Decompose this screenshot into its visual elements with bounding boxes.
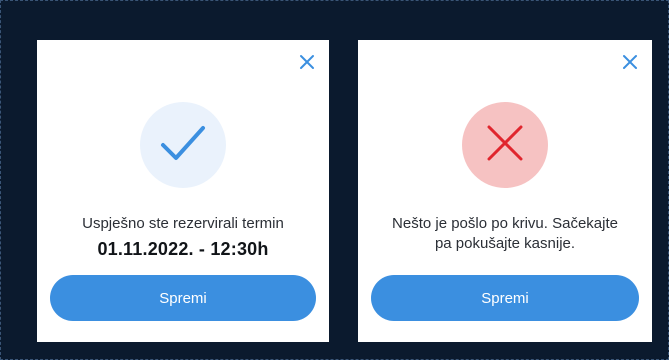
error-message-line-1: Nešto je pošlo po krivu. Sačekajte — [392, 215, 618, 232]
reservation-datetime: 01.11.2022. - 12:30h — [97, 239, 269, 259]
error-modal: Nešto je pošlo po krivu. Sačekajte pa po… — [358, 40, 652, 342]
save-button[interactable]: Spremi — [371, 275, 639, 321]
error-x-icon — [485, 123, 525, 168]
error-badge — [462, 102, 548, 188]
error-message: Nešto je pošlo po krivu. Sačekajte pa po… — [358, 214, 652, 254]
success-modal: Uspješno ste rezervirali termin 01.11.20… — [37, 40, 329, 342]
checkmark-icon — [159, 123, 207, 168]
error-message-line-2: pa pokušajte kasnije. — [434, 235, 576, 252]
success-message: Uspješno ste rezervirali termin — [82, 215, 284, 232]
close-icon[interactable] — [622, 54, 638, 70]
close-icon[interactable] — [299, 54, 315, 70]
save-button[interactable]: Spremi — [50, 275, 316, 321]
success-badge — [140, 102, 226, 188]
